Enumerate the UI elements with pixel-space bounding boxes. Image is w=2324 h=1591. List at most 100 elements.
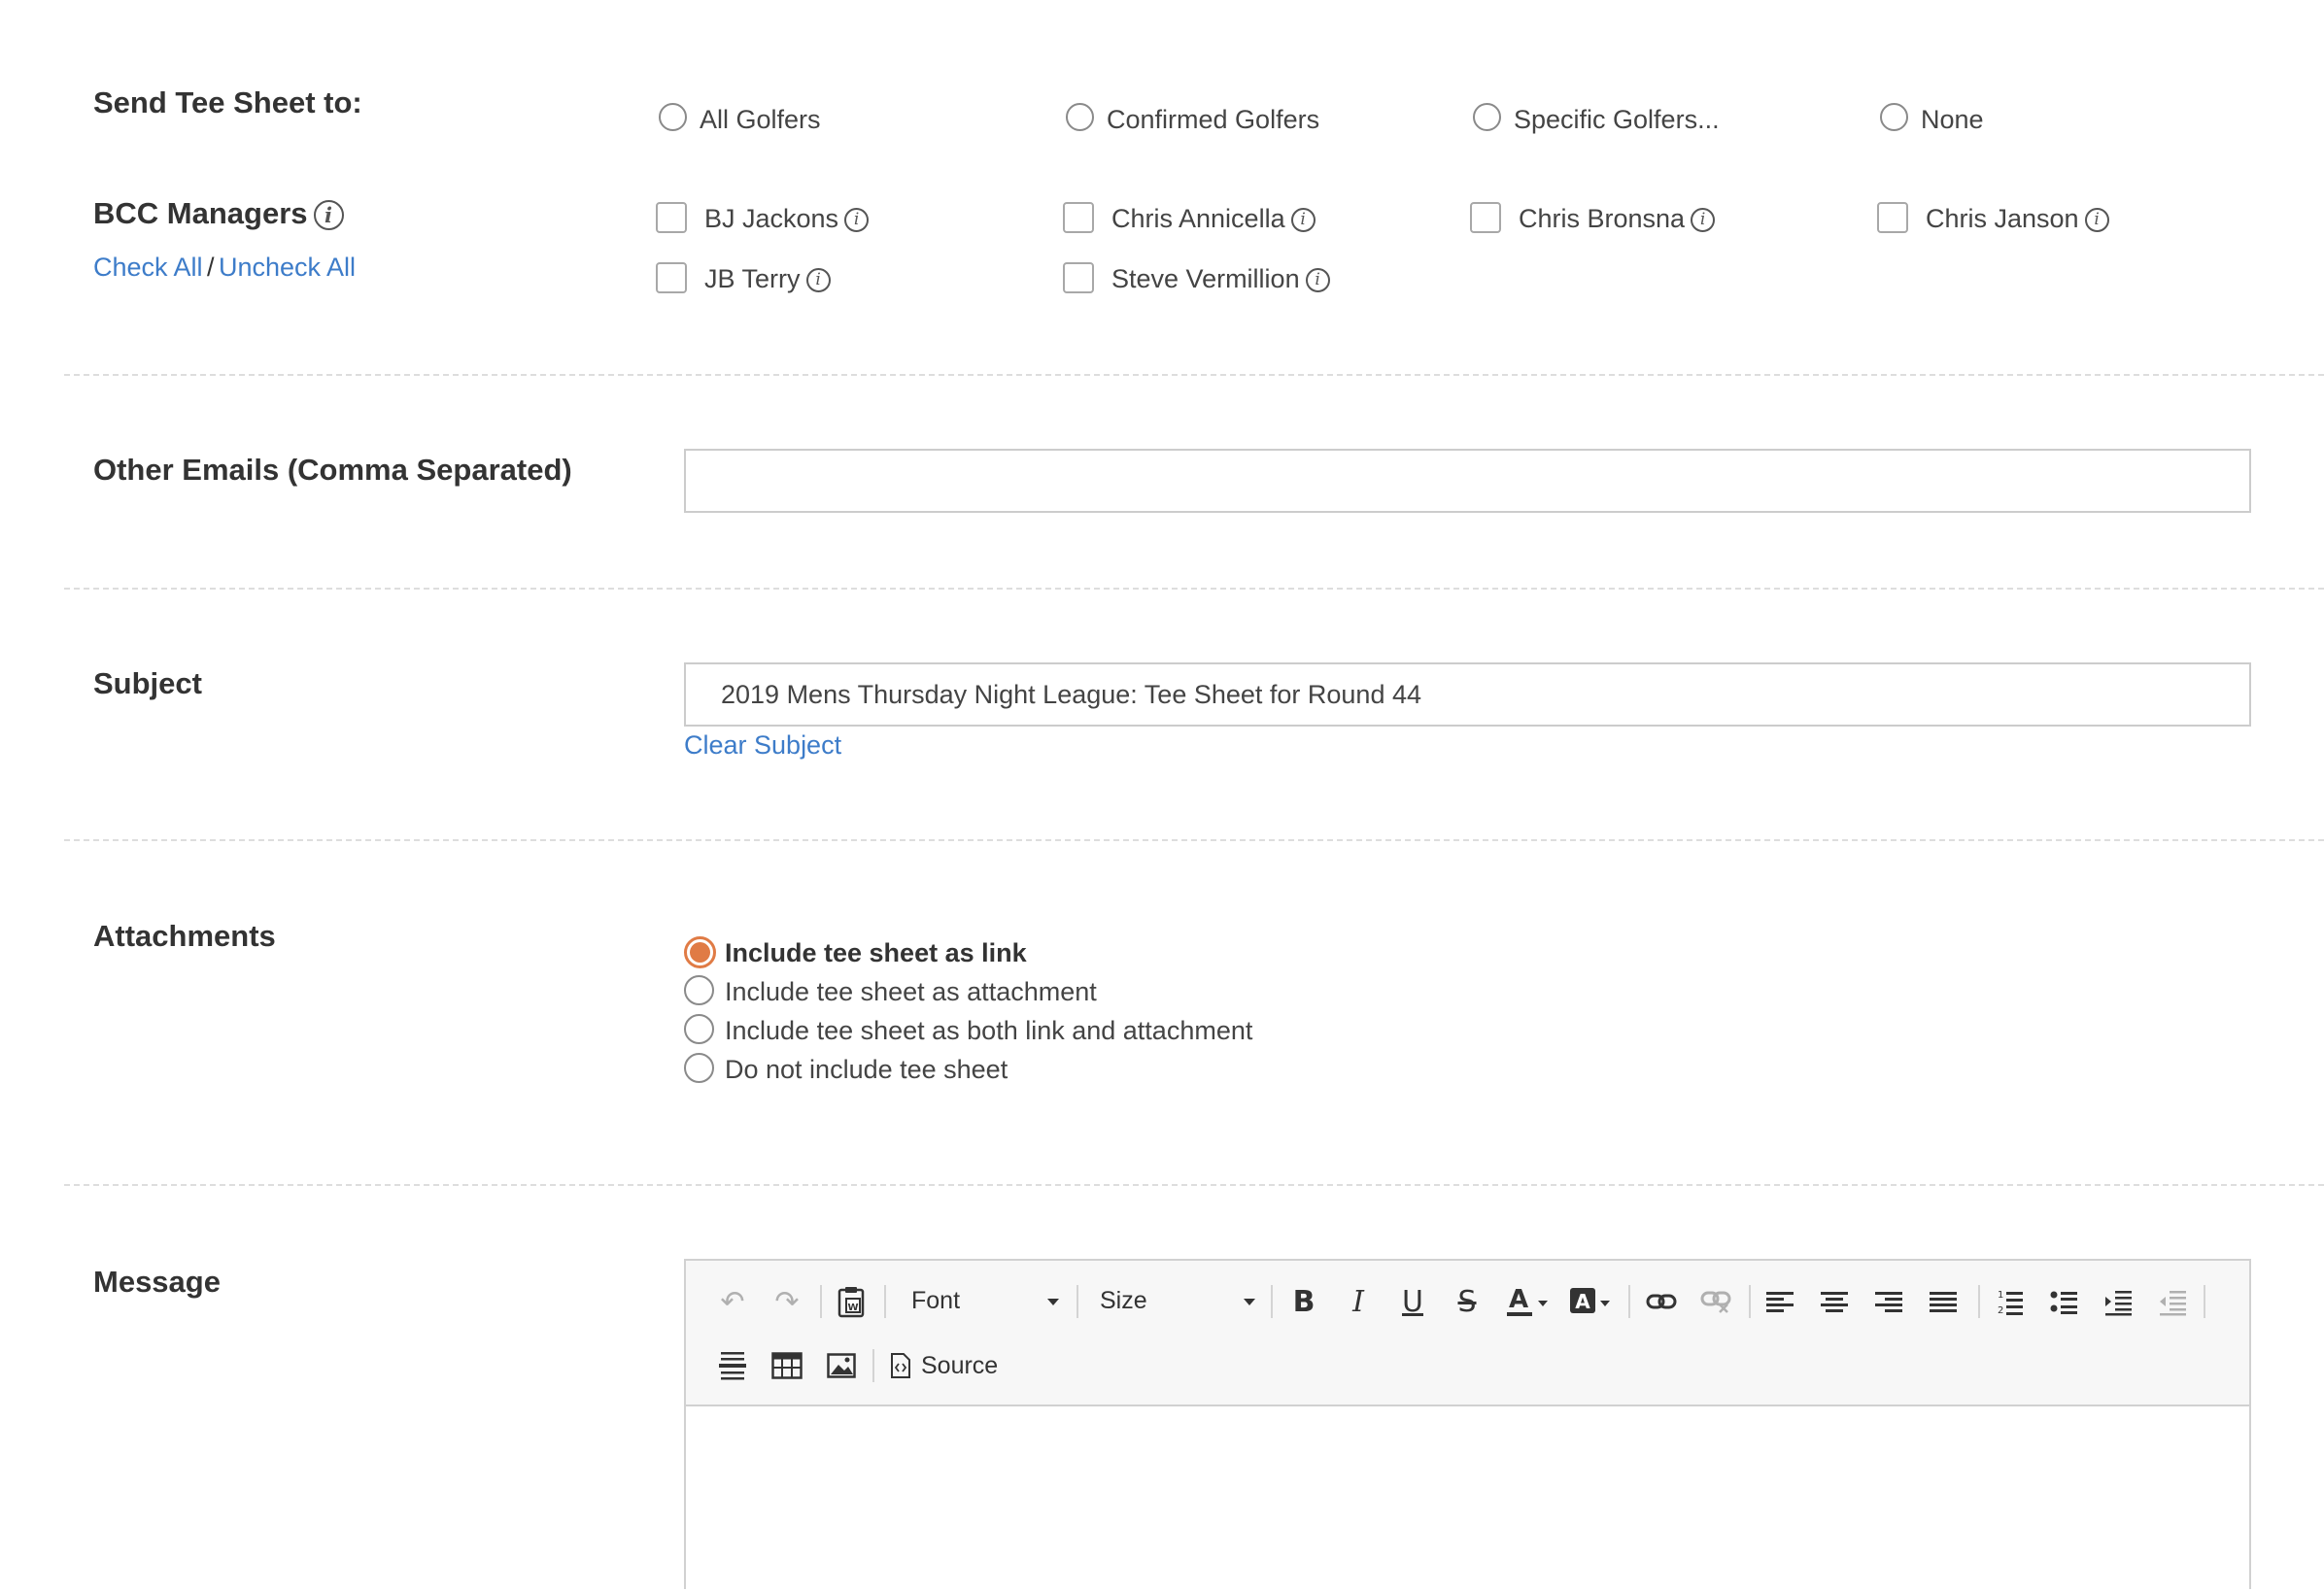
manager-checkbox[interactable] xyxy=(1063,262,1094,293)
horizontal-line-icon[interactable] xyxy=(713,1346,752,1385)
manager-checkbox[interactable] xyxy=(1877,202,1908,233)
font-combo[interactable]: Font xyxy=(900,1282,1065,1321)
manager-name: JB Terry xyxy=(704,264,801,293)
toolbar-separator xyxy=(1749,1285,1751,1318)
info-icon[interactable]: i xyxy=(805,268,831,293)
paste-from-word-icon[interactable]: W xyxy=(832,1282,871,1321)
text-color-icon[interactable]: A xyxy=(1504,1282,1558,1321)
svg-text:A: A xyxy=(1575,1290,1590,1313)
size-combo[interactable]: Size xyxy=(1088,1282,1263,1321)
toolbar-separator xyxy=(884,1285,886,1318)
source-button[interactable]: Source xyxy=(886,1346,1003,1385)
unlink-icon[interactable] xyxy=(1696,1282,1735,1321)
manager-item: Steve Vermillion i xyxy=(1111,264,1330,294)
attachment-option-label: Include tee sheet as both link and attac… xyxy=(725,1016,1253,1045)
size-combo-label: Size xyxy=(1100,1287,1147,1314)
align-right-icon[interactable] xyxy=(1869,1282,1908,1321)
editor-toolbar: ↶ ↷ W Font Size B I U S A A 1 2 Source xyxy=(684,1259,2251,1406)
check-all-link[interactable]: Check All xyxy=(93,253,203,282)
toolbar-separator xyxy=(2204,1285,2205,1318)
manager-item: Chris Janson i xyxy=(1926,204,2109,234)
indent-icon[interactable] xyxy=(2099,1282,2137,1321)
font-combo-label: Font xyxy=(911,1287,961,1314)
section-divider xyxy=(64,839,2324,841)
radio-all-golfers[interactable] xyxy=(659,103,687,131)
manager-name: Chris Bronsna xyxy=(1519,204,1686,233)
align-left-icon[interactable] xyxy=(1760,1282,1799,1321)
manager-name: Steve Vermillion xyxy=(1111,264,1300,293)
bulleted-list-icon[interactable] xyxy=(2044,1282,2083,1321)
info-icon[interactable]: i xyxy=(1290,208,1316,233)
info-icon[interactable]: i xyxy=(313,200,344,231)
radio-both[interactable] xyxy=(684,1014,714,1044)
manager-item: JB Terry i xyxy=(704,264,831,294)
toolbar-separator xyxy=(1077,1285,1078,1318)
radio-specific-golfers[interactable] xyxy=(1473,103,1501,131)
section-divider xyxy=(64,1184,2324,1186)
info-icon[interactable]: i xyxy=(1305,268,1330,293)
other-emails-input[interactable] xyxy=(684,449,2251,513)
link-icon[interactable] xyxy=(1642,1282,1681,1321)
background-color-icon[interactable]: A xyxy=(1566,1282,1621,1321)
option-label: None xyxy=(1921,105,1984,134)
align-center-icon[interactable] xyxy=(1815,1282,1854,1321)
svg-text:1: 1 xyxy=(1998,1290,2003,1301)
bcc-managers-text: BCC Managers xyxy=(93,196,308,230)
subject-label: Subject xyxy=(93,666,202,700)
justify-icon[interactable] xyxy=(1924,1282,1963,1321)
message-label: Message xyxy=(93,1265,221,1299)
toolbar-separator xyxy=(1271,1285,1273,1318)
message-editor: ↶ ↷ W Font Size B I U S A A 1 2 Source xyxy=(684,1259,2251,1591)
manager-checkbox[interactable] xyxy=(1063,202,1094,233)
svg-text:A: A xyxy=(1509,1285,1528,1314)
attachment-option-label: Include tee sheet as link xyxy=(725,938,1027,967)
uncheck-all-link[interactable]: Uncheck All xyxy=(219,253,356,282)
radio-attachment[interactable] xyxy=(684,975,714,1005)
outdent-icon[interactable] xyxy=(2153,1282,2192,1321)
manager-item: Chris Annicella i xyxy=(1111,204,1316,234)
clear-subject-link[interactable]: Clear Subject xyxy=(684,730,841,761)
option-label: Specific Golfers... xyxy=(1514,105,1720,134)
svg-text:W: W xyxy=(847,1303,858,1313)
numbered-list-icon[interactable]: 12 xyxy=(1990,1282,2029,1321)
italic-icon[interactable]: I xyxy=(1339,1282,1378,1321)
send-tee-sheet-label: Send Tee Sheet to: xyxy=(93,85,362,119)
radio-confirmed-golfers[interactable] xyxy=(1066,103,1094,131)
bcc-managers-label: BCC Managers i xyxy=(93,196,344,231)
underline-icon[interactable]: U xyxy=(1393,1282,1432,1321)
manager-name: Chris Annicella xyxy=(1111,204,1285,233)
attachment-option-label: Include tee sheet as attachment xyxy=(725,977,1097,1006)
attachments-label: Attachments xyxy=(93,919,276,953)
info-icon[interactable]: i xyxy=(2084,208,2109,233)
table-icon[interactable] xyxy=(768,1346,806,1385)
option-label: Confirmed Golfers xyxy=(1107,105,1320,134)
info-icon[interactable]: i xyxy=(1691,208,1716,233)
info-icon[interactable]: i xyxy=(844,208,870,233)
message-body[interactable] xyxy=(686,1406,2249,1591)
section-divider xyxy=(64,588,2324,590)
other-emails-label: Other Emails (Comma Separated) xyxy=(93,453,572,487)
check-links: Check All / Uncheck All xyxy=(93,253,356,283)
svg-text:2: 2 xyxy=(1998,1305,2003,1316)
option-label: All Golfers xyxy=(700,105,821,134)
manager-checkbox[interactable] xyxy=(656,262,687,293)
source-icon xyxy=(890,1352,911,1384)
radio-none[interactable] xyxy=(1880,103,1908,131)
manager-item: Chris Bronsna i xyxy=(1519,204,1716,234)
manager-checkbox[interactable] xyxy=(656,202,687,233)
redo-icon[interactable]: ↷ xyxy=(768,1282,806,1321)
chevron-down-icon xyxy=(1244,1299,1255,1305)
radio-link[interactable] xyxy=(684,936,716,968)
manager-checkbox[interactable] xyxy=(1470,202,1501,233)
source-label: Source xyxy=(921,1352,999,1379)
strikethrough-icon[interactable]: S xyxy=(1448,1282,1487,1321)
bold-icon[interactable]: B xyxy=(1284,1282,1323,1321)
manager-name: BJ Jackons xyxy=(704,204,839,233)
radio-do-not-include[interactable] xyxy=(684,1053,714,1083)
attachment-option-label: Do not include tee sheet xyxy=(725,1055,1008,1084)
image-icon[interactable] xyxy=(822,1346,861,1385)
manager-name: Chris Janson xyxy=(1926,204,2079,233)
undo-icon[interactable]: ↶ xyxy=(713,1282,752,1321)
manager-item: BJ Jackons i xyxy=(704,204,870,234)
subject-input[interactable] xyxy=(684,662,2251,727)
